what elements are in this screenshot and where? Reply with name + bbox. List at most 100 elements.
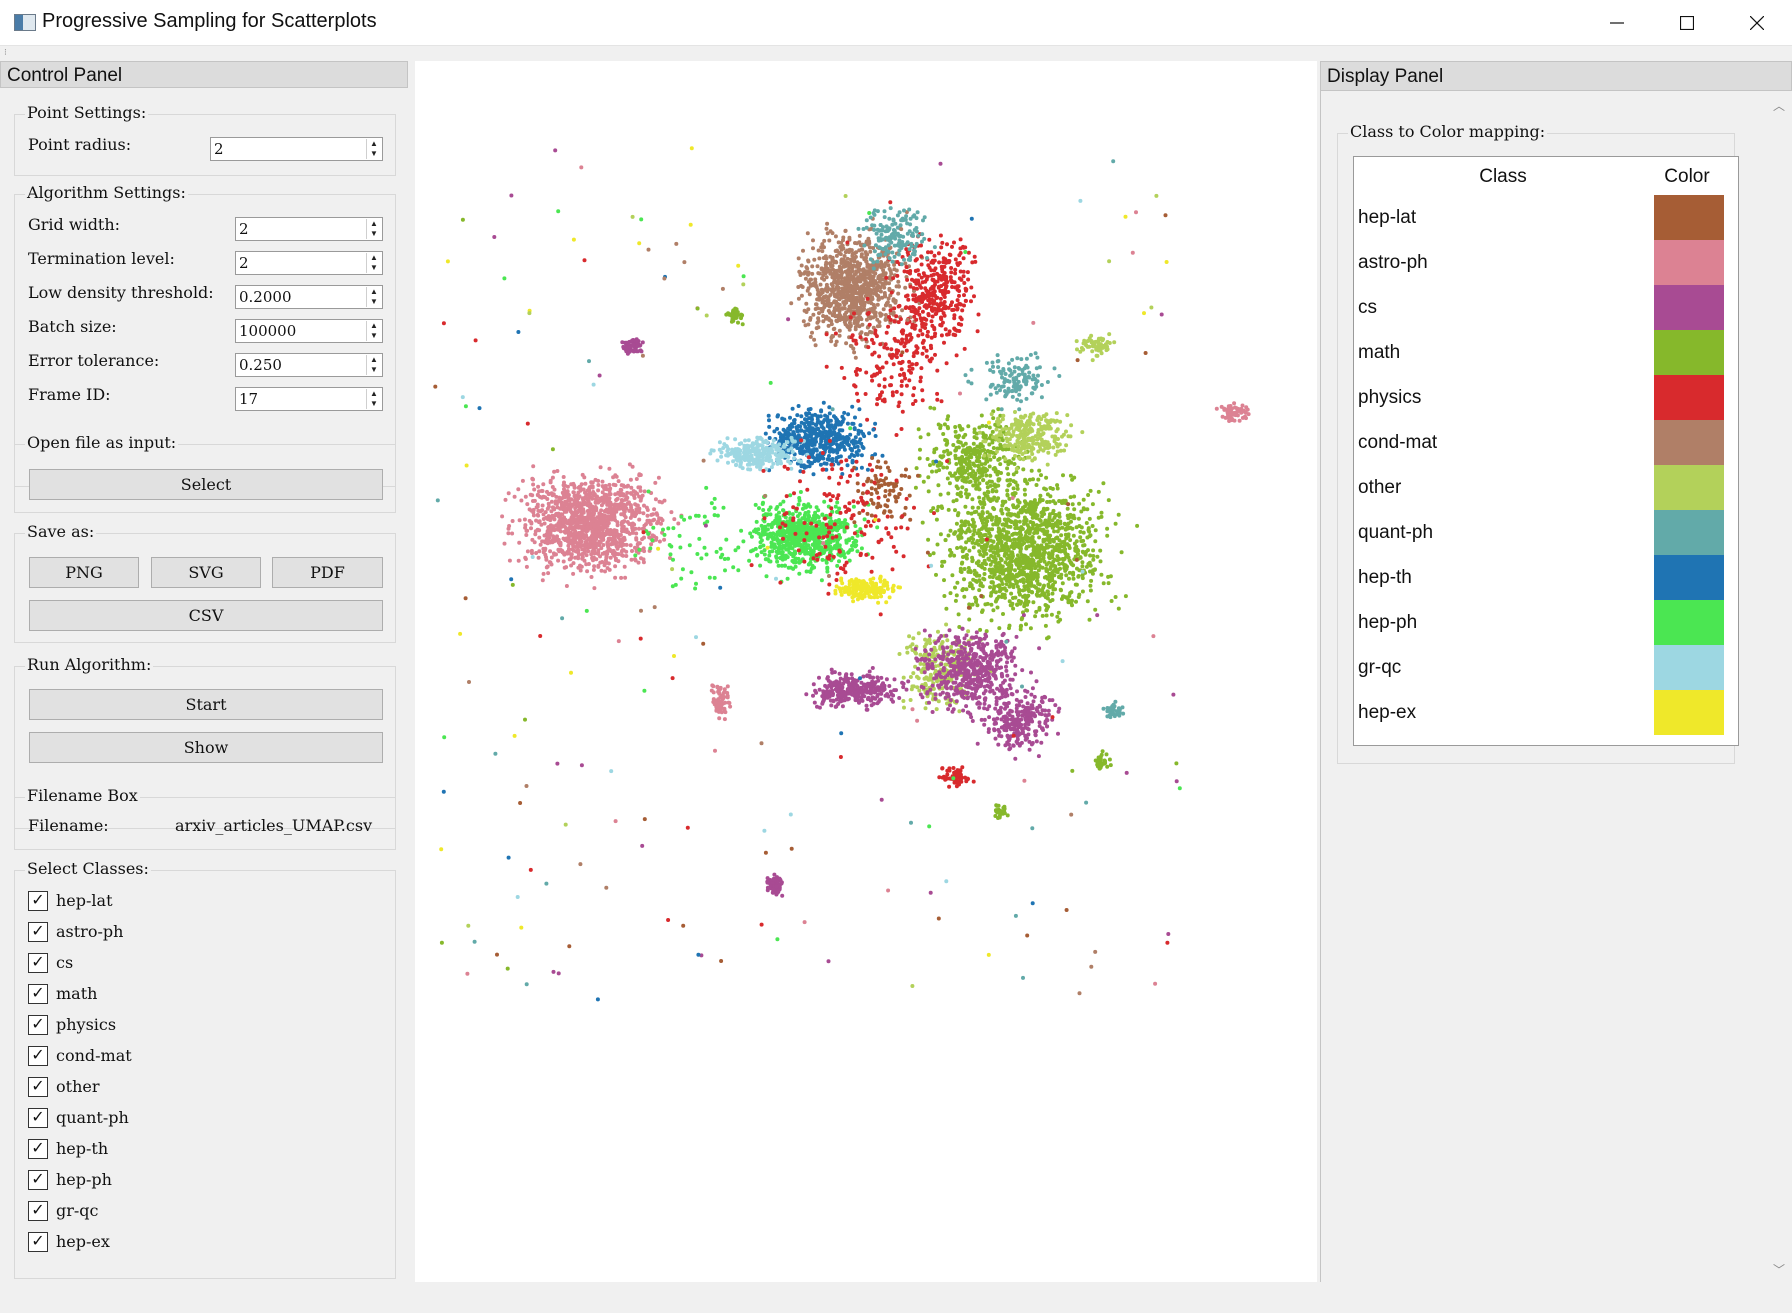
scatter-point	[828, 268, 833, 273]
scatter-point	[755, 464, 759, 469]
scatter-point	[962, 567, 967, 571]
scatter-point	[585, 569, 590, 574]
spin-arrows[interactable]: ▲ ▼	[366, 321, 381, 341]
scatter-point	[589, 484, 594, 489]
scatter-point	[605, 541, 610, 546]
scatter-point	[835, 450, 840, 455]
scatter-point	[894, 348, 899, 353]
scatter-point	[932, 268, 937, 273]
scatter-point	[865, 467, 870, 472]
class-checkbox-label: cs	[56, 953, 74, 972]
scatter-point	[851, 290, 856, 295]
spin-arrows[interactable]: ▲ ▼	[366, 139, 381, 159]
scatter-point	[580, 555, 585, 560]
checkbox[interactable]: ✓	[28, 1232, 48, 1252]
scatter-point	[774, 457, 779, 462]
spin-up-icon[interactable]: ▲	[367, 321, 381, 331]
scatter-point	[851, 338, 856, 343]
checkbox[interactable]: ✓	[28, 1139, 48, 1159]
spin-arrows[interactable]: ▲ ▼	[366, 389, 381, 409]
spin-up-icon[interactable]: ▲	[367, 287, 381, 297]
scatter-point	[606, 546, 611, 551]
select-classes-group: Select Classes: ✓ hep-lat ✓ astro-ph ✓ cs ✓ mat…	[14, 859, 396, 1279]
checkbox[interactable]: ✓	[28, 1201, 48, 1221]
scatter-point	[536, 555, 541, 560]
scatter-point	[824, 275, 829, 280]
scatter-point	[806, 279, 811, 284]
spin-up-icon[interactable]: ▲	[367, 253, 381, 263]
grid-width-spinbox[interactable]: 2 ▲ ▼	[235, 217, 383, 241]
checkbox[interactable]: ✓	[28, 984, 48, 1004]
scatterplot-canvas[interactable]	[415, 61, 1317, 1282]
scatter-point	[782, 436, 787, 441]
scatter-point	[942, 300, 947, 304]
scatter-point	[833, 234, 838, 239]
scatter-point	[957, 289, 962, 293]
spin-down-icon[interactable]: ▼	[367, 263, 381, 273]
spin-down-icon[interactable]: ▼	[367, 297, 381, 307]
checkbox[interactable]: ✓	[28, 891, 48, 911]
scatter-point	[541, 571, 546, 576]
scatter-point	[1000, 503, 1005, 508]
spin-up-icon[interactable]: ▲	[367, 355, 381, 365]
spin-down-icon[interactable]: ▼	[367, 399, 381, 409]
scatter-point	[861, 267, 866, 272]
show-button[interactable]: Show	[29, 732, 383, 763]
scatter-point	[926, 250, 930, 255]
scatter-point	[955, 328, 959, 333]
select-file-button[interactable]: Select	[29, 469, 383, 500]
scatter-point	[941, 264, 946, 269]
scatter-point	[814, 505, 819, 510]
spin-arrows[interactable]: ▲ ▼	[366, 219, 381, 239]
scatter-point	[969, 299, 973, 304]
error-tolerance-spinbox[interactable]: 0.250 ▲ ▼	[235, 353, 383, 377]
scatter-point	[762, 532, 766, 537]
termination-level-spinbox[interactable]: 2 ▲ ▼	[235, 251, 383, 275]
spin-up-icon[interactable]: ▲	[367, 389, 381, 399]
spin-down-icon[interactable]: ▼	[367, 331, 381, 341]
checkbox[interactable]: ✓	[28, 1077, 48, 1097]
save-svg-button[interactable]: SVG	[151, 557, 261, 588]
scatter-point	[844, 277, 849, 281]
minimize-button[interactable]	[1582, 0, 1652, 45]
point-radius-spinbox[interactable]: 2 ▲ ▼	[210, 137, 383, 161]
save-csv-button[interactable]: CSV	[29, 600, 383, 631]
close-button[interactable]	[1722, 0, 1792, 45]
scatter-point	[895, 273, 900, 278]
scatter-point	[1232, 401, 1237, 406]
scatter-point	[545, 506, 550, 511]
scatter-point	[812, 337, 817, 342]
batch-size-spinbox[interactable]: 100000 ▲ ▼	[235, 319, 383, 343]
spin-up-icon[interactable]: ▲	[367, 219, 381, 229]
spin-down-icon[interactable]: ▼	[367, 365, 381, 375]
start-button[interactable]: Start	[29, 689, 383, 720]
checkbox[interactable]: ✓	[28, 953, 48, 973]
scatter-point	[747, 558, 752, 563]
spin-up-icon[interactable]: ▲	[367, 139, 381, 149]
scatterplot-svg[interactable]	[415, 61, 1317, 1282]
scatter-point	[865, 311, 870, 316]
scatter-point	[607, 492, 612, 496]
spin-down-icon[interactable]: ▼	[367, 229, 381, 239]
scatter-point	[844, 540, 849, 545]
checkbox[interactable]: ✓	[28, 1170, 48, 1190]
scatter-point	[914, 299, 918, 304]
scatter-point	[880, 281, 885, 286]
checkbox[interactable]: ✓	[28, 1046, 48, 1066]
scatter-point	[840, 553, 845, 557]
low-density-threshold-spinbox[interactable]: 0.2000 ▲ ▼	[235, 285, 383, 309]
spin-arrows[interactable]: ▲ ▼	[366, 253, 381, 273]
checkbox[interactable]: ✓	[28, 1108, 48, 1128]
save-png-button[interactable]: PNG	[29, 557, 139, 588]
spin-down-icon[interactable]: ▼	[367, 149, 381, 159]
checkbox[interactable]: ✓	[28, 1015, 48, 1035]
scatter-point	[866, 345, 871, 350]
frame-id-spinbox[interactable]: 17 ▲ ▼	[235, 387, 383, 411]
spin-arrows[interactable]: ▲ ▼	[366, 355, 381, 375]
save-pdf-button[interactable]: PDF	[272, 557, 383, 588]
checkbox[interactable]: ✓	[28, 922, 48, 942]
scatter-point	[659, 521, 663, 526]
maximize-button[interactable]	[1652, 0, 1722, 45]
scatter-point	[630, 524, 635, 529]
spin-arrows[interactable]: ▲ ▼	[366, 287, 381, 307]
